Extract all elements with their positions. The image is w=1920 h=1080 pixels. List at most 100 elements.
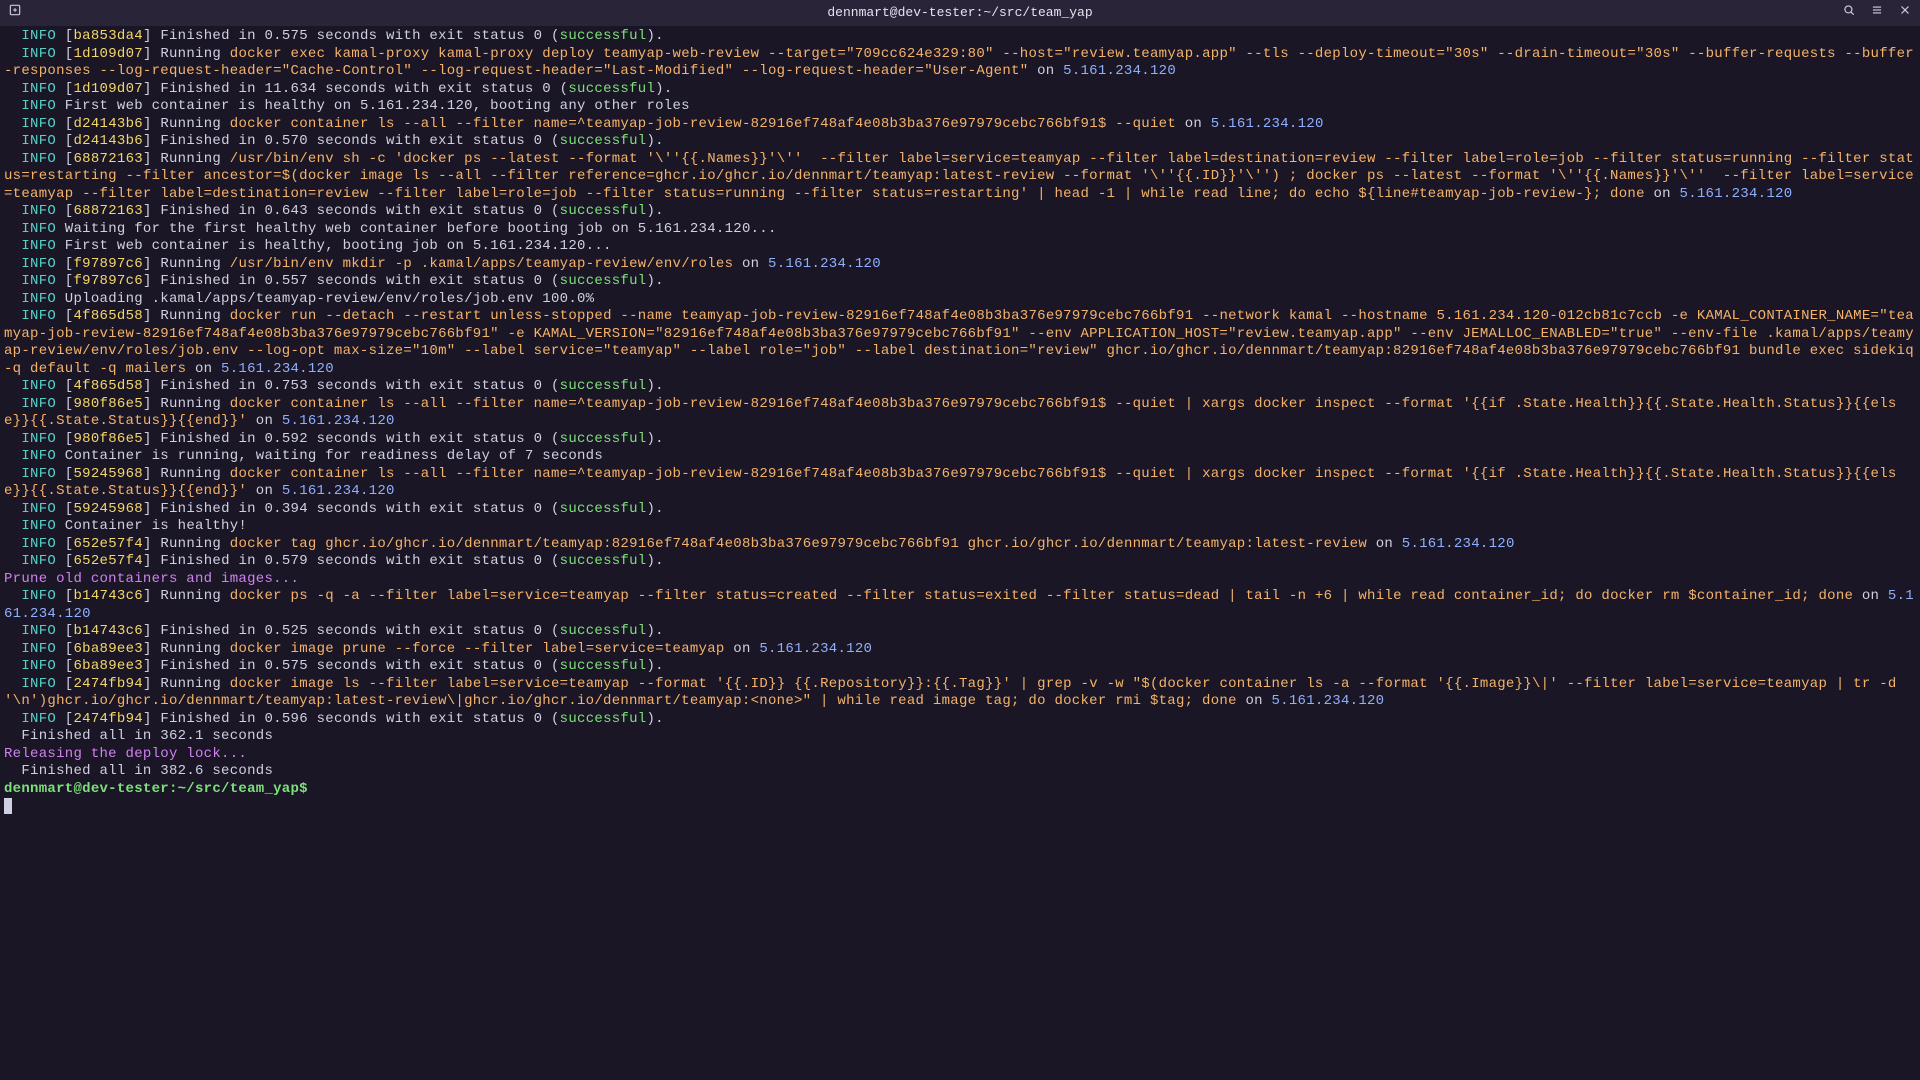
plain: on [247, 413, 282, 429]
log-level: INFO [21, 291, 56, 307]
titlebar: dennmart@dev-tester:~/src/team_yap [0, 0, 1920, 26]
commit-hash: 68872163 [73, 151, 142, 167]
log-text: Container is healthy! [65, 518, 247, 534]
status-ok: successful [560, 553, 647, 569]
log-text: First web container is healthy on 5.161.… [65, 98, 690, 114]
log-line: INFO [2474fb94] Finished in 0.596 second… [4, 711, 1916, 729]
commit-hash: 68872163 [73, 203, 142, 219]
log-text: Container is running, waiting for readin… [65, 448, 603, 464]
log-line: INFO [980f86e5] Running docker container… [4, 396, 1916, 431]
log-text: Finished all in 382.6 seconds [4, 763, 273, 779]
log-line: INFO [6ba89ee3] Finished in 0.575 second… [4, 658, 1916, 676]
log-level: INFO [21, 396, 56, 412]
plain: ). [646, 431, 663, 447]
log-line: Finished all in 382.6 seconds [4, 763, 1916, 781]
plain: on [725, 641, 760, 657]
commit-hash: 1d109d07 [73, 81, 142, 97]
log-level: INFO [21, 676, 56, 692]
status-ok: successful [560, 203, 647, 219]
log-level: INFO [21, 518, 56, 534]
search-icon[interactable] [1842, 3, 1856, 22]
finish-text: Finished in 11.634 seconds with exit sta… [160, 81, 568, 97]
plain: Running [160, 466, 229, 482]
plain: Running [160, 308, 229, 324]
plain: Running [160, 396, 229, 412]
plain: Running [160, 536, 229, 552]
plain: on [1853, 588, 1888, 604]
log-level: INFO [21, 273, 56, 289]
log-text: Uploading .kamal/apps/teamyap-review/env… [65, 291, 595, 307]
log-level: INFO [21, 536, 56, 552]
status-ok: successful [560, 431, 647, 447]
plain: ). [646, 623, 663, 639]
commit-hash: 6ba89ee3 [73, 658, 142, 674]
new-tab-icon[interactable] [8, 3, 22, 22]
plain: ). [646, 28, 663, 44]
log-level: INFO [21, 623, 56, 639]
window-title: dennmart@dev-tester:~/src/team_yap [827, 5, 1092, 21]
command: docker container ls --all --filter name=… [230, 116, 1176, 132]
status-ok: successful [560, 273, 647, 289]
log-line: INFO [ba853da4] Finished in 0.575 second… [4, 28, 1916, 46]
plain: Running [160, 641, 229, 657]
log-level: INFO [21, 151, 56, 167]
log-line: INFO [d24143b6] Running docker container… [4, 116, 1916, 134]
commit-hash: 980f86e5 [73, 396, 142, 412]
log-line: INFO [59245968] Finished in 0.394 second… [4, 501, 1916, 519]
commit-hash: 1d109d07 [73, 46, 142, 62]
command: docker image prune --force --filter labe… [230, 641, 725, 657]
log-level: INFO [21, 133, 56, 149]
commit-hash: b14743c6 [73, 623, 142, 639]
host-ip: 5.161.234.120 [1680, 186, 1793, 202]
prompt-line[interactable]: dennmart@dev-tester:~/src/team_yap$ [4, 781, 1916, 799]
commit-hash: 652e57f4 [73, 536, 142, 552]
plain: on [186, 361, 221, 377]
plain: on [1028, 63, 1063, 79]
plain: on [1645, 186, 1680, 202]
menu-icon[interactable] [1870, 3, 1884, 22]
section-text: Releasing the deploy lock... [4, 746, 247, 762]
plain: ). [646, 501, 663, 517]
log-text: First web container is healthy, booting … [65, 238, 612, 254]
status-ok: successful [560, 133, 647, 149]
plain: on [247, 483, 282, 499]
log-level: INFO [21, 588, 56, 604]
log-line: INFO [652e57f4] Running docker tag ghcr.… [4, 536, 1916, 554]
log-level: INFO [21, 431, 56, 447]
log-line: INFO [652e57f4] Finished in 0.579 second… [4, 553, 1916, 571]
commit-hash: f97897c6 [73, 256, 142, 272]
log-level: INFO [21, 658, 56, 674]
log-line: INFO First web container is healthy on 5… [4, 98, 1916, 116]
log-line: Finished all in 362.1 seconds [4, 728, 1916, 746]
log-level: INFO [21, 378, 56, 394]
log-level: INFO [21, 28, 56, 44]
log-line: INFO [4f865d58] Running docker run --det… [4, 308, 1916, 378]
log-line: INFO [1d109d07] Finished in 11.634 secon… [4, 81, 1916, 99]
log-line: INFO [b14743c6] Finished in 0.525 second… [4, 623, 1916, 641]
log-line: INFO [1d109d07] Running docker exec kama… [4, 46, 1916, 81]
log-line: INFO [2474fb94] Running docker image ls … [4, 676, 1916, 711]
close-icon[interactable] [1898, 3, 1912, 22]
commit-hash: 652e57f4 [73, 553, 142, 569]
log-level: INFO [21, 46, 56, 62]
host-ip: 5.161.234.120 [768, 256, 881, 272]
status-ok: successful [560, 623, 647, 639]
log-level: INFO [21, 466, 56, 482]
finish-text: Finished in 0.753 seconds with exit stat… [160, 378, 559, 394]
plain: ). [646, 273, 663, 289]
plain: Running [160, 256, 229, 272]
finish-text: Finished in 0.525 seconds with exit stat… [160, 623, 559, 639]
command: /usr/bin/env mkdir -p .kamal/apps/teamya… [230, 256, 734, 272]
log-level: INFO [21, 221, 56, 237]
finish-text: Finished in 0.579 seconds with exit stat… [160, 553, 559, 569]
log-line: INFO Waiting for the first healthy web c… [4, 221, 1916, 239]
log-level: INFO [21, 501, 56, 517]
section-text: Prune old containers and images... [4, 571, 299, 587]
plain: ). [646, 658, 663, 674]
terminal-output[interactable]: INFO [ba853da4] Finished in 0.575 second… [0, 26, 1920, 816]
commit-hash: 4f865d58 [73, 378, 142, 394]
plain: Running [160, 151, 229, 167]
log-level: INFO [21, 641, 56, 657]
cursor-line [4, 798, 1916, 816]
cursor [4, 798, 12, 814]
